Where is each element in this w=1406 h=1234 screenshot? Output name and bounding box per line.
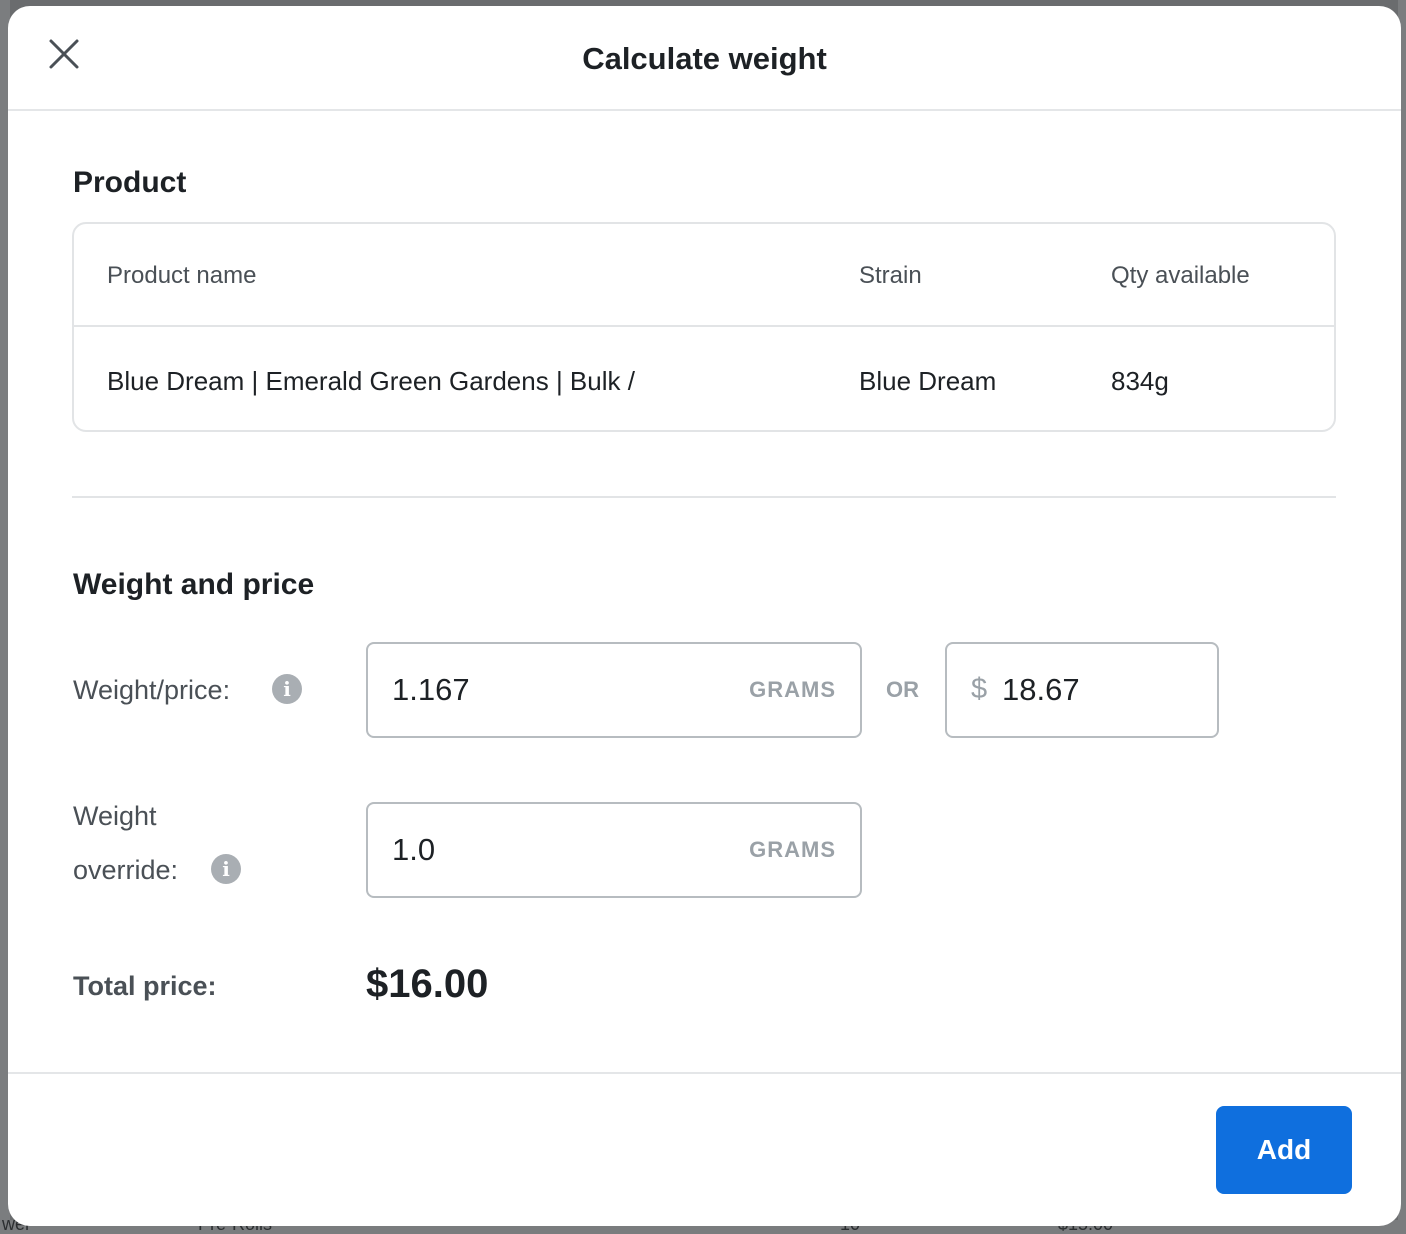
- weight-section-title: Weight and price: [73, 568, 315, 601]
- product-section-title: Product: [73, 166, 187, 199]
- weight-price-label: Weight/price:: [73, 675, 231, 705]
- total-price-label: Total price:: [73, 971, 217, 1001]
- section-divider: [72, 496, 1336, 498]
- total-price-value: $16.00: [366, 962, 489, 1006]
- weight-input-value: 1.167: [392, 672, 470, 707]
- price-input-value: 18.67: [1002, 672, 1080, 707]
- cell-product-name: Blue Dream | Emerald Green Gardens | Bul…: [107, 366, 635, 396]
- weight-unit-label: GRAMS: [749, 677, 836, 702]
- price-input[interactable]: $ 18.67: [945, 642, 1219, 738]
- cell-strain: Blue Dream: [859, 366, 997, 396]
- info-icon[interactable]: i: [272, 674, 302, 704]
- info-icon[interactable]: i: [211, 854, 241, 884]
- weight-override-label: Weight override:: [73, 789, 213, 897]
- column-header-strain: Strain: [859, 262, 922, 289]
- weight-override-label-line2: override:: [73, 855, 179, 885]
- add-button[interactable]: Add: [1216, 1106, 1352, 1194]
- calculate-weight-modal: Calculate weight Product Product name St…: [8, 6, 1401, 1226]
- product-table: Product name Strain Qty available Blue D…: [72, 222, 1336, 432]
- weight-override-input[interactable]: 1.0 GRAMS: [366, 802, 862, 898]
- weight-override-unit-label: GRAMS: [749, 837, 836, 862]
- modal-header: Calculate weight: [8, 6, 1401, 111]
- modal-title: Calculate weight: [582, 41, 827, 76]
- cell-qty-available: 834g: [1111, 366, 1169, 396]
- weight-override-label-line1: Weight: [73, 801, 157, 831]
- or-label: OR: [886, 677, 919, 702]
- weight-override-value: 1.0: [392, 832, 436, 867]
- column-header-qty-available: Qty available: [1111, 262, 1250, 289]
- column-header-product-name: Product name: [107, 262, 257, 289]
- weight-input[interactable]: 1.167 GRAMS: [366, 642, 862, 738]
- currency-symbol: $: [971, 673, 988, 705]
- footer-divider: [8, 1072, 1401, 1074]
